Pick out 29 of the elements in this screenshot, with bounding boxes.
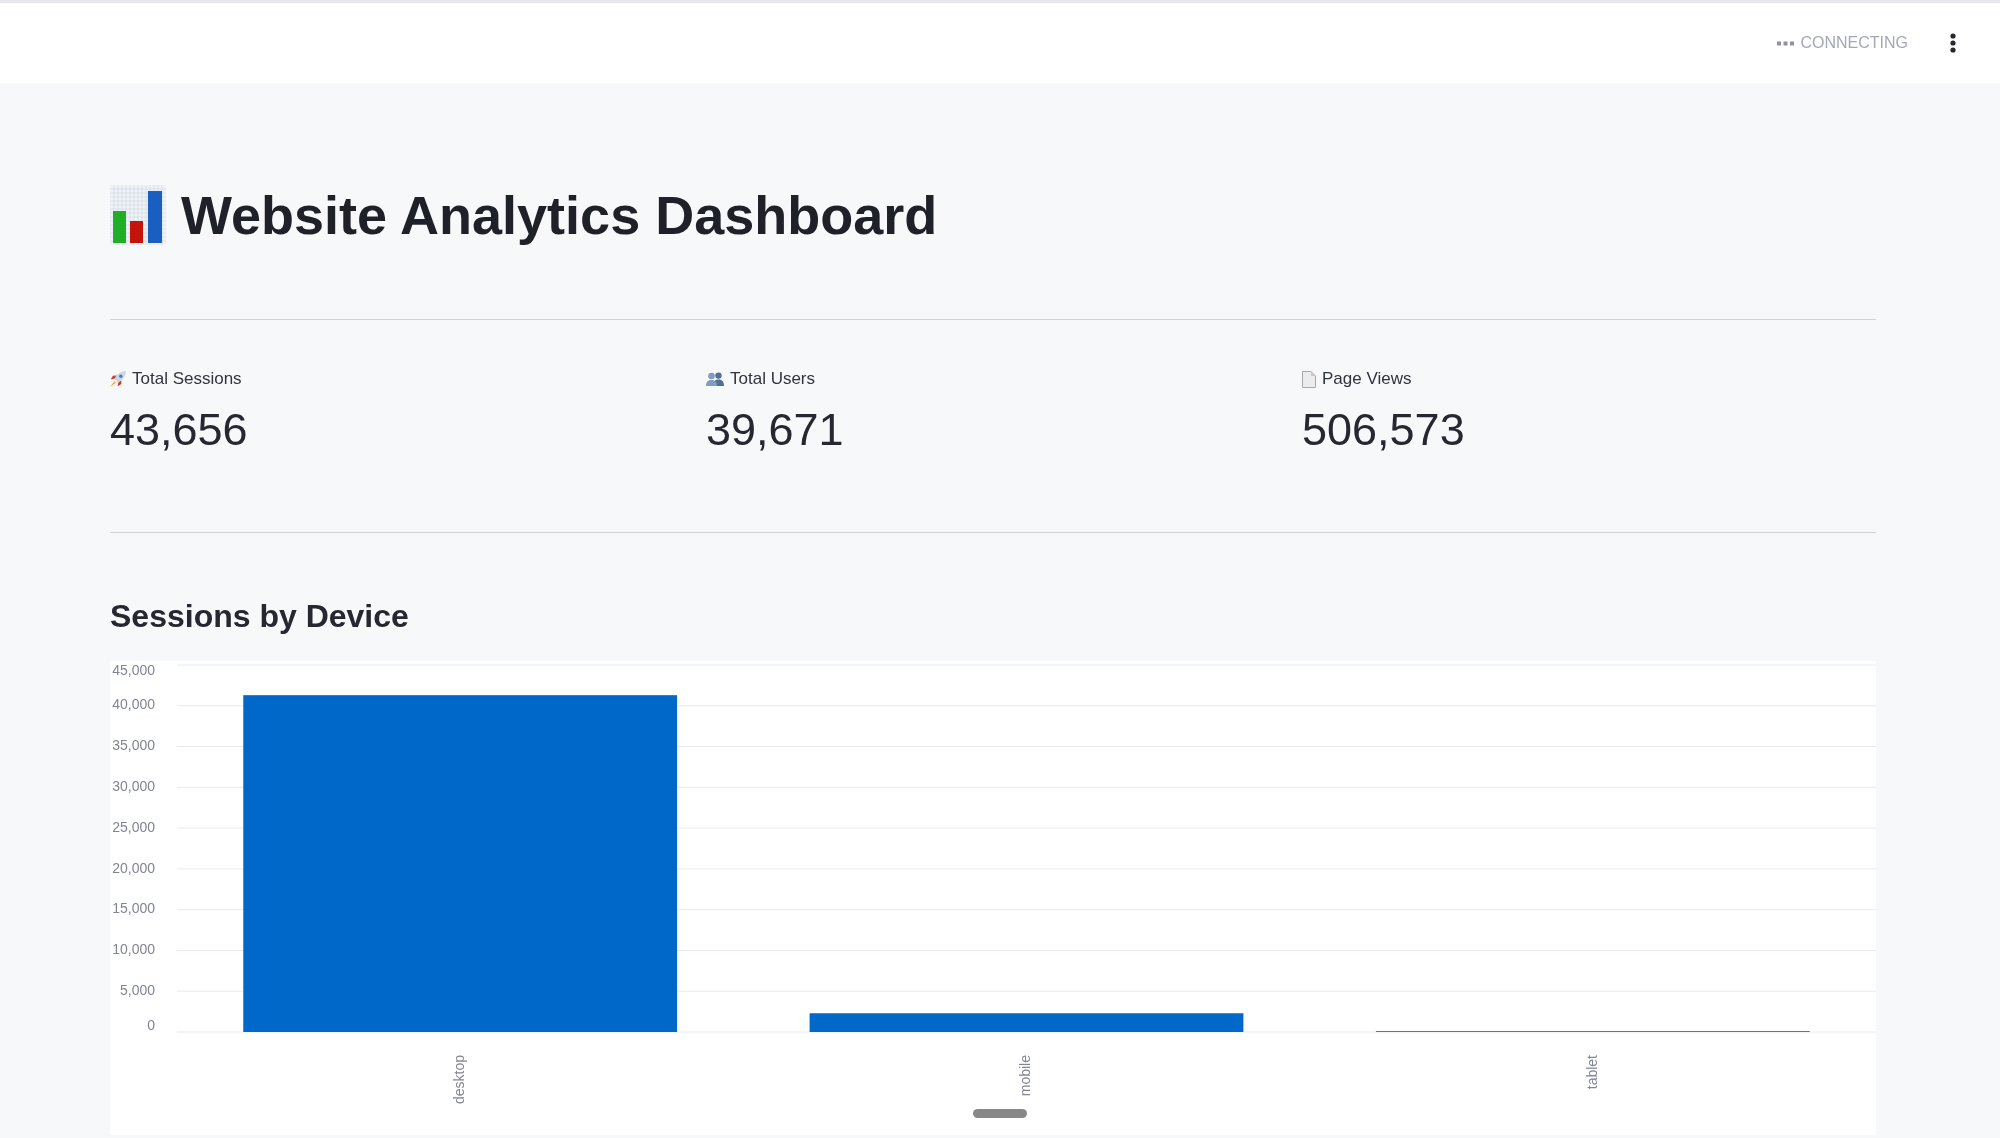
metric-label: Page Views — [1322, 368, 1412, 390]
metric-label: Total Sessions — [132, 368, 242, 390]
y-tick-label: 45,000 — [112, 661, 155, 678]
connection-status: CONNECTING — [1800, 33, 1908, 53]
y-tick-label: 5,000 — [119, 981, 155, 998]
y-tick-label: 0 — [147, 1016, 155, 1033]
y-tick-label: 10,000 — [112, 941, 155, 958]
section-title: Sessions by Device — [110, 597, 409, 636]
menu-icon — [1950, 33, 1956, 53]
y-tick-label: 35,000 — [112, 737, 155, 754]
page-title: Website Analytics Dashboard — [181, 184, 938, 247]
y-tick-label: 40,000 — [112, 696, 155, 713]
y-tick-label: 20,000 — [112, 859, 155, 876]
y-tick-label: 30,000 — [112, 778, 155, 795]
metric-value: 39,671 — [706, 404, 844, 456]
y-tick-label: 15,000 — [112, 900, 155, 917]
document-icon — [1302, 370, 1316, 388]
metric-value: 506,573 — [1302, 404, 1465, 456]
people-icon — [706, 372, 724, 386]
y-tick-label: 25,000 — [112, 818, 155, 835]
x-tick-label: desktop — [450, 1055, 467, 1105]
rocket-icon — [110, 371, 126, 387]
bar-chart-icon — [110, 185, 166, 245]
x-tick-label: mobile — [1017, 1055, 1034, 1097]
metric-value: 43,656 — [110, 404, 248, 456]
scrollbar-thumb[interactable] — [973, 1109, 1027, 1118]
ellipsis-icon — [1777, 40, 1795, 46]
metric-label: Total Users — [730, 368, 816, 390]
x-tick-label: tablet — [1583, 1055, 1600, 1090]
